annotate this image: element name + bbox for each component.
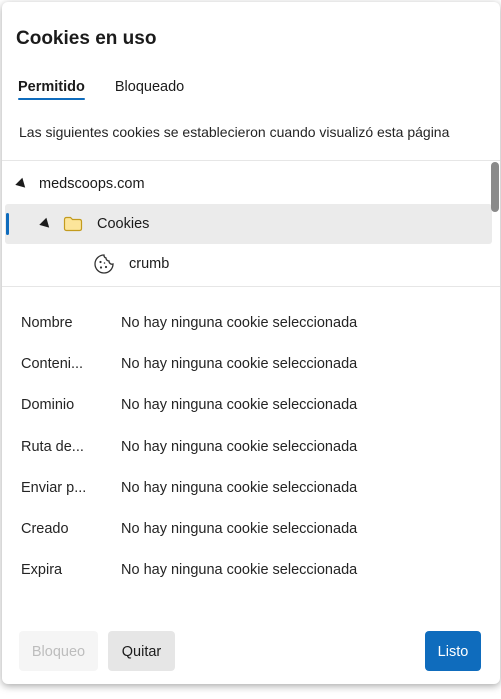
dialog-description: Las siguientes cookies se establecieron … <box>19 124 450 140</box>
detail-row-send-for: Enviar p... No hay ninguna cookie selecc… <box>2 468 500 509</box>
detail-label: Dominio <box>21 397 75 413</box>
detail-label: Nombre <box>21 315 73 331</box>
detail-row-expires: Expira No hay ninguna cookie seleccionad… <box>2 550 500 591</box>
tree-site-label: medscoops.com <box>39 176 145 192</box>
tab-bar: Permitido Bloqueado <box>18 76 184 102</box>
detail-value: No hay ninguna cookie seleccionada <box>121 315 358 331</box>
detail-value: No hay ninguna cookie seleccionada <box>121 480 358 496</box>
detail-row-path: Ruta de... No hay ninguna cookie selecci… <box>2 427 500 468</box>
tree-cookie-label: crumb <box>129 256 170 272</box>
detail-value: No hay ninguna cookie seleccionada <box>121 562 358 578</box>
cookie-tree: medscoops.com Cookies crumb <box>2 162 500 287</box>
detail-value: No hay ninguna cookie seleccionada <box>121 397 358 413</box>
divider-top <box>2 160 500 161</box>
cookie-icon <box>94 254 114 274</box>
detail-value: No hay ninguna cookie seleccionada <box>121 439 358 455</box>
divider-middle <box>2 286 500 287</box>
tab-blocked[interactable]: Bloqueado <box>115 76 184 100</box>
detail-label: Ruta de... <box>21 439 84 455</box>
detail-label: Enviar p... <box>21 480 87 496</box>
detail-row-name: Nombre No hay ninguna cookie seleccionad… <box>2 303 500 344</box>
selection-indicator <box>6 213 9 235</box>
remove-button[interactable]: Quitar <box>108 631 175 671</box>
detail-value: No hay ninguna cookie seleccionada <box>121 521 358 537</box>
tree-folder-label: Cookies <box>97 216 150 232</box>
detail-label: Creado <box>21 521 69 537</box>
tree-scrollbar[interactable] <box>491 162 499 212</box>
detail-row-content: Conteni... No hay ninguna cookie selecci… <box>2 344 500 385</box>
detail-label: Expira <box>21 562 63 578</box>
detail-value: No hay ninguna cookie seleccionada <box>121 356 358 372</box>
dialog-title: Cookies en uso <box>16 28 157 49</box>
tree-item-cookie[interactable]: crumb <box>5 244 492 284</box>
expand-caret-icon[interactable] <box>15 177 29 191</box>
detail-row-domain: Dominio No hay ninguna cookie selecciona… <box>2 385 500 426</box>
tab-allowed[interactable]: Permitido <box>18 76 85 100</box>
done-button[interactable]: Listo <box>425 631 481 671</box>
detail-row-created: Creado No hay ninguna cookie seleccionad… <box>2 509 500 550</box>
detail-label: Conteni... <box>21 356 84 372</box>
folder-icon <box>63 216 83 232</box>
block-button[interactable]: Bloqueo <box>19 631 98 671</box>
expand-caret-icon[interactable] <box>39 217 53 231</box>
tree-item-site[interactable]: medscoops.com <box>5 164 492 204</box>
tree-item-folder[interactable]: Cookies <box>5 204 492 244</box>
cookies-dialog: Cookies en uso Permitido Bloqueado Las s… <box>2 2 500 684</box>
